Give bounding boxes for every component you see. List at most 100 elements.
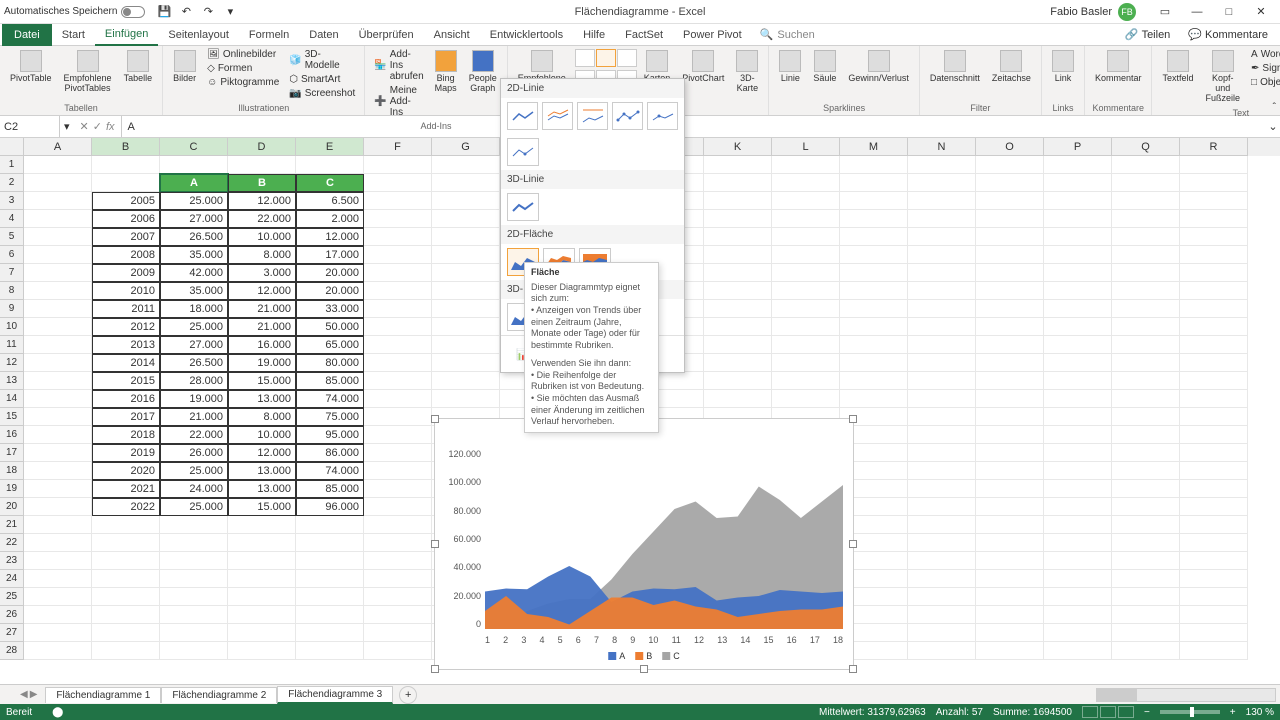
row-header[interactable]: 7: [0, 264, 24, 282]
cell[interactable]: [1180, 210, 1248, 228]
enter-formula-icon[interactable]: ✓: [93, 120, 102, 133]
cell[interactable]: [840, 228, 908, 246]
tab-pagelayout[interactable]: Seitenlayout: [158, 24, 239, 46]
cell[interactable]: [908, 372, 976, 390]
cell[interactable]: 13.000: [228, 390, 296, 408]
slicer-button[interactable]: Datenschnitt: [926, 48, 984, 86]
cell[interactable]: [228, 516, 296, 534]
cell[interactable]: 21.000: [160, 408, 228, 426]
cell[interactable]: [24, 174, 92, 192]
cell[interactable]: 8.000: [228, 246, 296, 264]
cell[interactable]: [364, 282, 432, 300]
cell[interactable]: [704, 354, 772, 372]
row-header[interactable]: 5: [0, 228, 24, 246]
cell[interactable]: [1180, 354, 1248, 372]
cell[interactable]: [24, 282, 92, 300]
cell[interactable]: 18.000: [160, 300, 228, 318]
cell[interactable]: [1180, 462, 1248, 480]
cell[interactable]: [976, 426, 1044, 444]
cell[interactable]: [92, 174, 160, 192]
cell[interactable]: [432, 336, 500, 354]
sparkline-winloss-button[interactable]: Gewinn/Verlust: [844, 48, 913, 86]
my-addins-button[interactable]: ➕ Meine Add-Ins: [371, 84, 426, 119]
cell[interactable]: [772, 210, 840, 228]
bing-maps-button[interactable]: Bing Maps: [431, 48, 461, 96]
cell[interactable]: [976, 228, 1044, 246]
cell[interactable]: [908, 624, 976, 642]
cell[interactable]: [704, 264, 772, 282]
cell[interactable]: [976, 354, 1044, 372]
cell[interactable]: [976, 498, 1044, 516]
cell[interactable]: [772, 336, 840, 354]
cell[interactable]: [1180, 156, 1248, 174]
cell[interactable]: [908, 336, 976, 354]
cell[interactable]: [1044, 624, 1112, 642]
sheet-tab-1[interactable]: Flächendiagramme 1: [45, 687, 161, 703]
cell[interactable]: [228, 642, 296, 660]
cell[interactable]: [1044, 246, 1112, 264]
cell[interactable]: [228, 156, 296, 174]
cell[interactable]: [364, 462, 432, 480]
cell[interactable]: [296, 606, 364, 624]
cell[interactable]: 75.000: [296, 408, 364, 426]
row-header[interactable]: 12: [0, 354, 24, 372]
sparkline-line-button[interactable]: Linie: [775, 48, 805, 86]
recommended-pivot-button[interactable]: Empfohlene PivotTables: [60, 48, 116, 96]
cell[interactable]: [976, 624, 1044, 642]
cell[interactable]: [24, 534, 92, 552]
column-header[interactable]: B: [92, 138, 160, 156]
cell[interactable]: [92, 156, 160, 174]
get-addins-button[interactable]: 🏪 Add-Ins abrufen: [371, 48, 426, 83]
row-header[interactable]: 26: [0, 606, 24, 624]
cell[interactable]: [432, 246, 500, 264]
tab-formulas[interactable]: Formeln: [239, 24, 299, 46]
cell[interactable]: [840, 390, 908, 408]
cell[interactable]: [24, 444, 92, 462]
cell[interactable]: [1112, 156, 1180, 174]
cell[interactable]: 35.000: [160, 282, 228, 300]
normal-view-button[interactable]: [1082, 706, 1098, 718]
qat-customize-icon[interactable]: ▾: [223, 5, 237, 19]
cell[interactable]: [772, 318, 840, 336]
cell[interactable]: [1112, 372, 1180, 390]
cell[interactable]: [976, 282, 1044, 300]
cell[interactable]: [704, 372, 772, 390]
cell[interactable]: [704, 282, 772, 300]
collapse-ribbon-icon[interactable]: ˆ: [1273, 102, 1276, 113]
cell[interactable]: [908, 156, 976, 174]
cell[interactable]: [432, 210, 500, 228]
cell[interactable]: [1112, 228, 1180, 246]
cell[interactable]: [1044, 390, 1112, 408]
cell[interactable]: [1044, 480, 1112, 498]
cell[interactable]: [1180, 390, 1248, 408]
sheet-nav-prev-icon[interactable]: ◀: [20, 689, 28, 700]
cell[interactable]: [1180, 588, 1248, 606]
cell[interactable]: [1112, 354, 1180, 372]
cell[interactable]: [364, 246, 432, 264]
cell[interactable]: 12.000: [296, 228, 364, 246]
line-chart-button[interactable]: [596, 49, 616, 67]
fx-icon[interactable]: fx: [106, 121, 115, 133]
cell[interactable]: [976, 642, 1044, 660]
cell[interactable]: [976, 336, 1044, 354]
row-header[interactable]: 25: [0, 588, 24, 606]
cell[interactable]: [24, 462, 92, 480]
page-break-view-button[interactable]: [1118, 706, 1134, 718]
tab-data[interactable]: Daten: [299, 24, 348, 46]
cell[interactable]: [772, 264, 840, 282]
search-input[interactable]: Suchen: [777, 29, 814, 41]
zoom-out-button[interactable]: −: [1144, 707, 1150, 718]
cell[interactable]: [1044, 354, 1112, 372]
cell[interactable]: [24, 300, 92, 318]
cell[interactable]: [908, 192, 976, 210]
cell[interactable]: [1044, 588, 1112, 606]
cell[interactable]: [976, 606, 1044, 624]
cell[interactable]: [840, 156, 908, 174]
cell[interactable]: [908, 174, 976, 192]
cell[interactable]: [1112, 570, 1180, 588]
row-header[interactable]: 20: [0, 498, 24, 516]
cell[interactable]: [364, 318, 432, 336]
cell[interactable]: 15.000: [228, 372, 296, 390]
cell[interactable]: 21.000: [228, 318, 296, 336]
cell[interactable]: [1180, 300, 1248, 318]
